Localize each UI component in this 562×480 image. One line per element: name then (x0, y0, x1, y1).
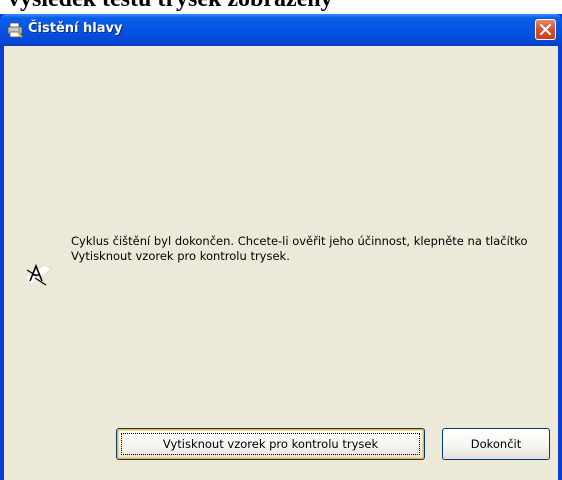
close-button[interactable] (535, 19, 556, 40)
title-bar[interactable]: Čistění hlavy (0, 14, 562, 46)
finish-label: Dokončit (470, 437, 522, 451)
close-icon (539, 23, 552, 36)
printer-icon (7, 22, 23, 38)
screen: výsledek testu trysek zobrazený Čistění … (0, 0, 562, 480)
window-title: Čistění hlavy (28, 21, 123, 36)
completion-message: Cyklus čištění byl dokončen. Chcete-li o… (71, 234, 528, 263)
printhead-cleaning-icon (21, 255, 53, 289)
background-document-text: výsledek testu trysek zobrazený (8, 0, 333, 11)
print-nozzle-check-button[interactable]: Vytisknout vzorek pro kontrolu trysek (116, 428, 425, 460)
dialog-body: Cyklus čištění byl dokončen. Chcete-li o… (4, 46, 558, 480)
cleaning-dialog: Čistění hlavy Cyklus čištění byl dokonče… (0, 14, 562, 480)
print-nozzle-check-label: Vytisknout vzorek pro kontrolu trysek (162, 437, 379, 451)
finish-button[interactable]: Dokončit (442, 428, 550, 460)
